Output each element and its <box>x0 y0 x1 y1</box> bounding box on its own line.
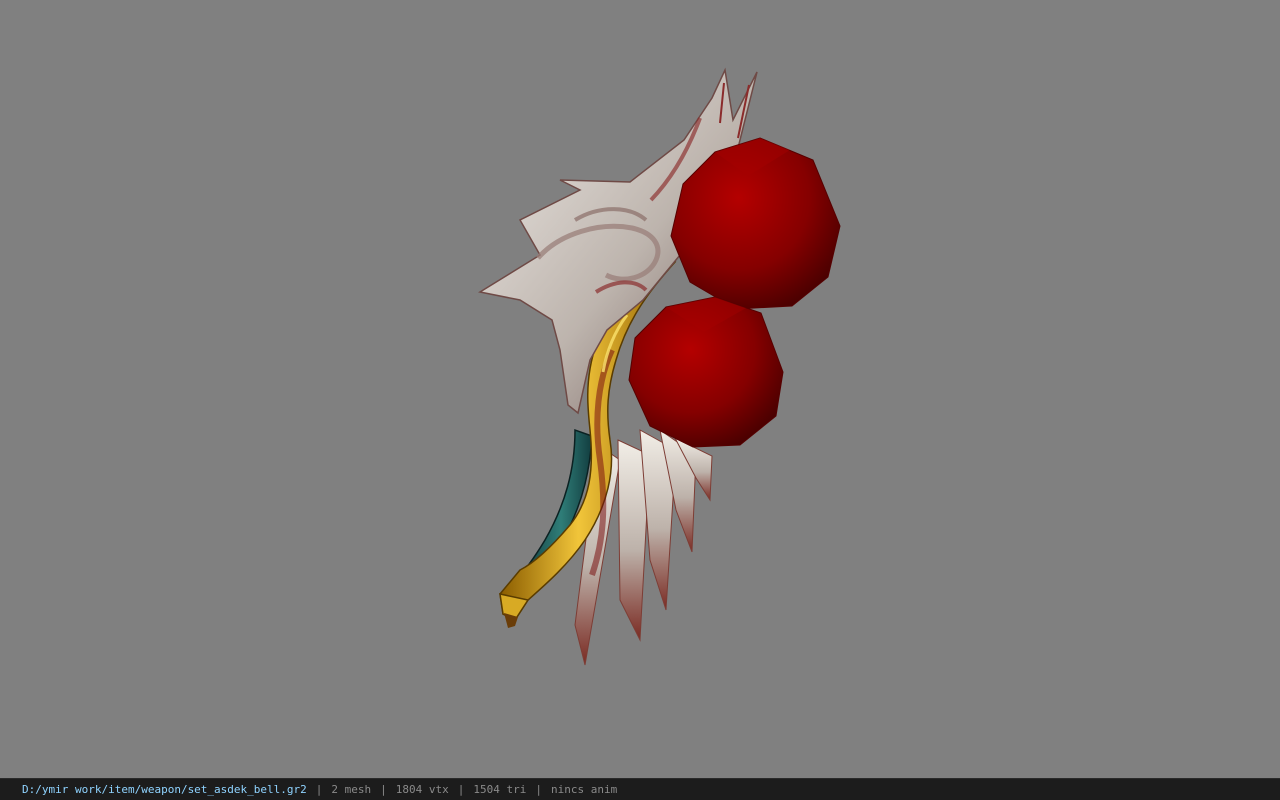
file-path: D:/ymir work/item/weapon/set_asdek_bell.… <box>22 783 307 796</box>
weapon-model-render <box>477 67 841 666</box>
3d-viewport[interactable] <box>0 0 1280 778</box>
animation-status: nincs anim <box>551 783 618 796</box>
status-separator: | <box>315 783 323 796</box>
lower-red-bell <box>628 296 784 448</box>
status-separator: | <box>535 783 542 796</box>
triangle-count: 1504 tri <box>473 783 527 796</box>
status-bar: D:/ymir work/item/weapon/set_asdek_bell.… <box>0 778 1280 800</box>
vertex-count: 1804 vtx <box>395 783 449 796</box>
mesh-count: 2 mesh <box>331 783 372 796</box>
status-separator: | <box>380 783 387 796</box>
status-separator: | <box>457 783 465 796</box>
